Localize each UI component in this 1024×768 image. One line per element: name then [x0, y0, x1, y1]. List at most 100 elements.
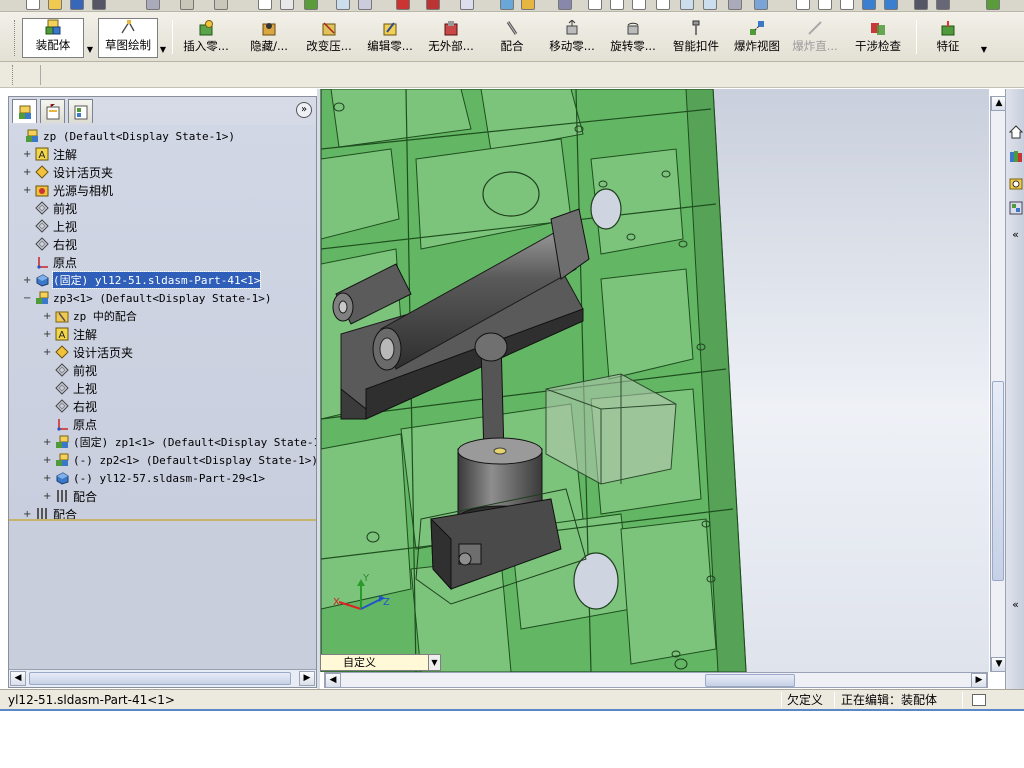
tree-item[interactable]: − zp3<1> (Default<Display State-1>): [23, 289, 272, 307]
toolbar-grip[interactable]: [12, 65, 14, 85]
grid-icon[interactable]: [500, 0, 514, 10]
rotate-view-icon[interactable]: [680, 0, 694, 10]
tree-item[interactable]: + A 注解: [43, 325, 97, 343]
save-icon[interactable]: [70, 0, 84, 10]
expand-icon[interactable]: +: [43, 329, 51, 340]
tree-item[interactable]: zp (Default<Display State-1>): [13, 127, 235, 145]
expand-icon[interactable]: +: [23, 167, 31, 178]
view-palette-tab[interactable]: [1007, 199, 1024, 217]
expand-icon[interactable]: +: [43, 491, 51, 502]
hide-show-button[interactable]: 隐藏/...: [242, 18, 296, 58]
print-icon[interactable]: [92, 0, 106, 10]
expand-icon[interactable]: +: [23, 275, 31, 286]
pan-icon[interactable]: [703, 0, 717, 10]
help-icon[interactable]: [521, 0, 535, 10]
expand-task-pane-button[interactable]: «: [1007, 595, 1024, 613]
toolbar-grip[interactable]: [14, 20, 17, 56]
expand-icon[interactable]: +: [23, 149, 31, 160]
collapse-task-pane-button[interactable]: «: [1007, 225, 1024, 243]
tree-item[interactable]: + (-) yl12-57.sldasm-Part-29<1>: [43, 469, 265, 487]
interference-detection-button[interactable]: 干涉检查: [852, 18, 904, 58]
feature-manager-tab[interactable]: [12, 99, 37, 123]
property-manager-tab[interactable]: [40, 99, 65, 123]
redo-icon[interactable]: [214, 0, 228, 10]
view-icon[interactable]: [336, 0, 350, 10]
layout-icon[interactable]: [460, 0, 474, 10]
edit-component-button[interactable]: 编辑零...: [362, 18, 418, 58]
window-icon[interactable]: [358, 0, 372, 10]
wireframe-icon[interactable]: [796, 0, 810, 10]
undo-icon[interactable]: [180, 0, 194, 10]
tree-item[interactable]: 右视: [43, 397, 97, 415]
design-library-tab[interactable]: [1007, 147, 1024, 165]
feature-tree-hscrollbar[interactable]: ◀ ▶: [9, 669, 316, 687]
status-tooltip-toggle-icon[interactable]: [972, 694, 986, 706]
shadows-icon[interactable]: [914, 0, 928, 10]
tree-item[interactable]: + zp 中的配合: [43, 307, 137, 325]
insert-component-button[interactable]: 插入零...: [178, 18, 234, 58]
scroll-left-button[interactable]: ◀: [10, 671, 26, 686]
zoom-in-out-icon[interactable]: [632, 0, 646, 10]
tree-item[interactable]: 上视: [23, 217, 77, 235]
scroll-thumb[interactable]: [29, 672, 291, 685]
expand-icon[interactable]: +: [43, 473, 51, 484]
collapse-icon[interactable]: −: [23, 293, 31, 304]
resources-tab[interactable]: [1007, 123, 1024, 141]
zoom-fit-icon[interactable]: [588, 0, 602, 10]
scroll-right-button[interactable]: ▶: [971, 673, 987, 688]
expand-icon[interactable]: +: [43, 437, 51, 448]
exploded-view-button[interactable]: 爆炸视图: [731, 18, 783, 58]
sketch-button[interactable]: 草图绘制: [98, 18, 158, 58]
select-icon[interactable]: [258, 0, 272, 10]
zoom-area-icon[interactable]: [610, 0, 624, 10]
expand-icon[interactable]: +: [43, 347, 51, 358]
options-icon[interactable]: [146, 0, 160, 10]
standard-views-icon[interactable]: [754, 0, 768, 10]
tree-item[interactable]: 上视: [43, 379, 97, 397]
scroll-right-button[interactable]: ▶: [299, 671, 315, 686]
rebuild-icon[interactable]: [304, 0, 318, 10]
tree-item[interactable]: 前视: [23, 199, 77, 217]
tree-item[interactable]: 前视: [43, 361, 97, 379]
graphics-area[interactable]: X Y Z: [320, 89, 989, 672]
file-explorer-tab[interactable]: [1007, 175, 1024, 193]
move-component-button[interactable]: 移动零...: [544, 18, 600, 58]
graphics-vscrollbar[interactable]: ▲ ▼: [990, 96, 1007, 672]
expand-icon[interactable]: +: [23, 509, 31, 520]
scroll-left-button[interactable]: ◀: [325, 673, 341, 688]
collapse-pane-button[interactable]: »: [296, 102, 312, 118]
features-button[interactable]: 特征: [930, 18, 966, 58]
open-icon[interactable]: [48, 0, 62, 10]
smart-fasteners-button[interactable]: 智能扣件: [670, 18, 722, 58]
configuration-manager-tab[interactable]: [68, 99, 93, 123]
hidden-lines-removed-icon[interactable]: [840, 0, 854, 10]
add-in-icon[interactable]: [986, 0, 1000, 10]
no-external-refs-button[interactable]: 无外部...: [423, 18, 479, 58]
select-filter-icon[interactable]: [280, 0, 294, 10]
shaded-icon[interactable]: [884, 0, 898, 10]
tree-item[interactable]: + 设计活页夹: [23, 163, 113, 181]
zoom-selection-icon[interactable]: [656, 0, 670, 10]
new-document-icon[interactable]: [26, 0, 40, 10]
tree-item[interactable]: 右视: [23, 235, 77, 253]
realview-icon[interactable]: [936, 0, 950, 10]
tree-item[interactable]: 原点: [23, 253, 77, 271]
mate-button[interactable]: 配合: [496, 18, 528, 58]
tree-item[interactable]: + 配合: [23, 505, 77, 519]
expand-icon[interactable]: +: [43, 455, 51, 466]
expand-icon[interactable]: +: [23, 185, 31, 196]
shaded-edges-icon[interactable]: [862, 0, 876, 10]
sketch-dropdown[interactable]: ▼: [157, 18, 169, 58]
view-orientation-select[interactable]: 自定义 ▼: [320, 654, 441, 671]
tree-item[interactable]: 原点: [43, 415, 97, 433]
tree-item[interactable]: + (固定) zp1<1> (Default<Display State-1>): [43, 433, 316, 451]
chevron-down-icon[interactable]: ▼: [428, 655, 440, 670]
tree-item[interactable]: + 配合: [43, 487, 97, 505]
scroll-thumb[interactable]: [992, 381, 1004, 581]
materials-icon[interactable]: [396, 0, 410, 10]
scroll-thumb[interactable]: [705, 674, 795, 687]
hidden-lines-visible-icon[interactable]: [818, 0, 832, 10]
assembly-button[interactable]: 装配体: [22, 18, 84, 58]
section-view-icon[interactable]: [728, 0, 742, 10]
tree-item[interactable]: + A 注解: [23, 145, 77, 163]
